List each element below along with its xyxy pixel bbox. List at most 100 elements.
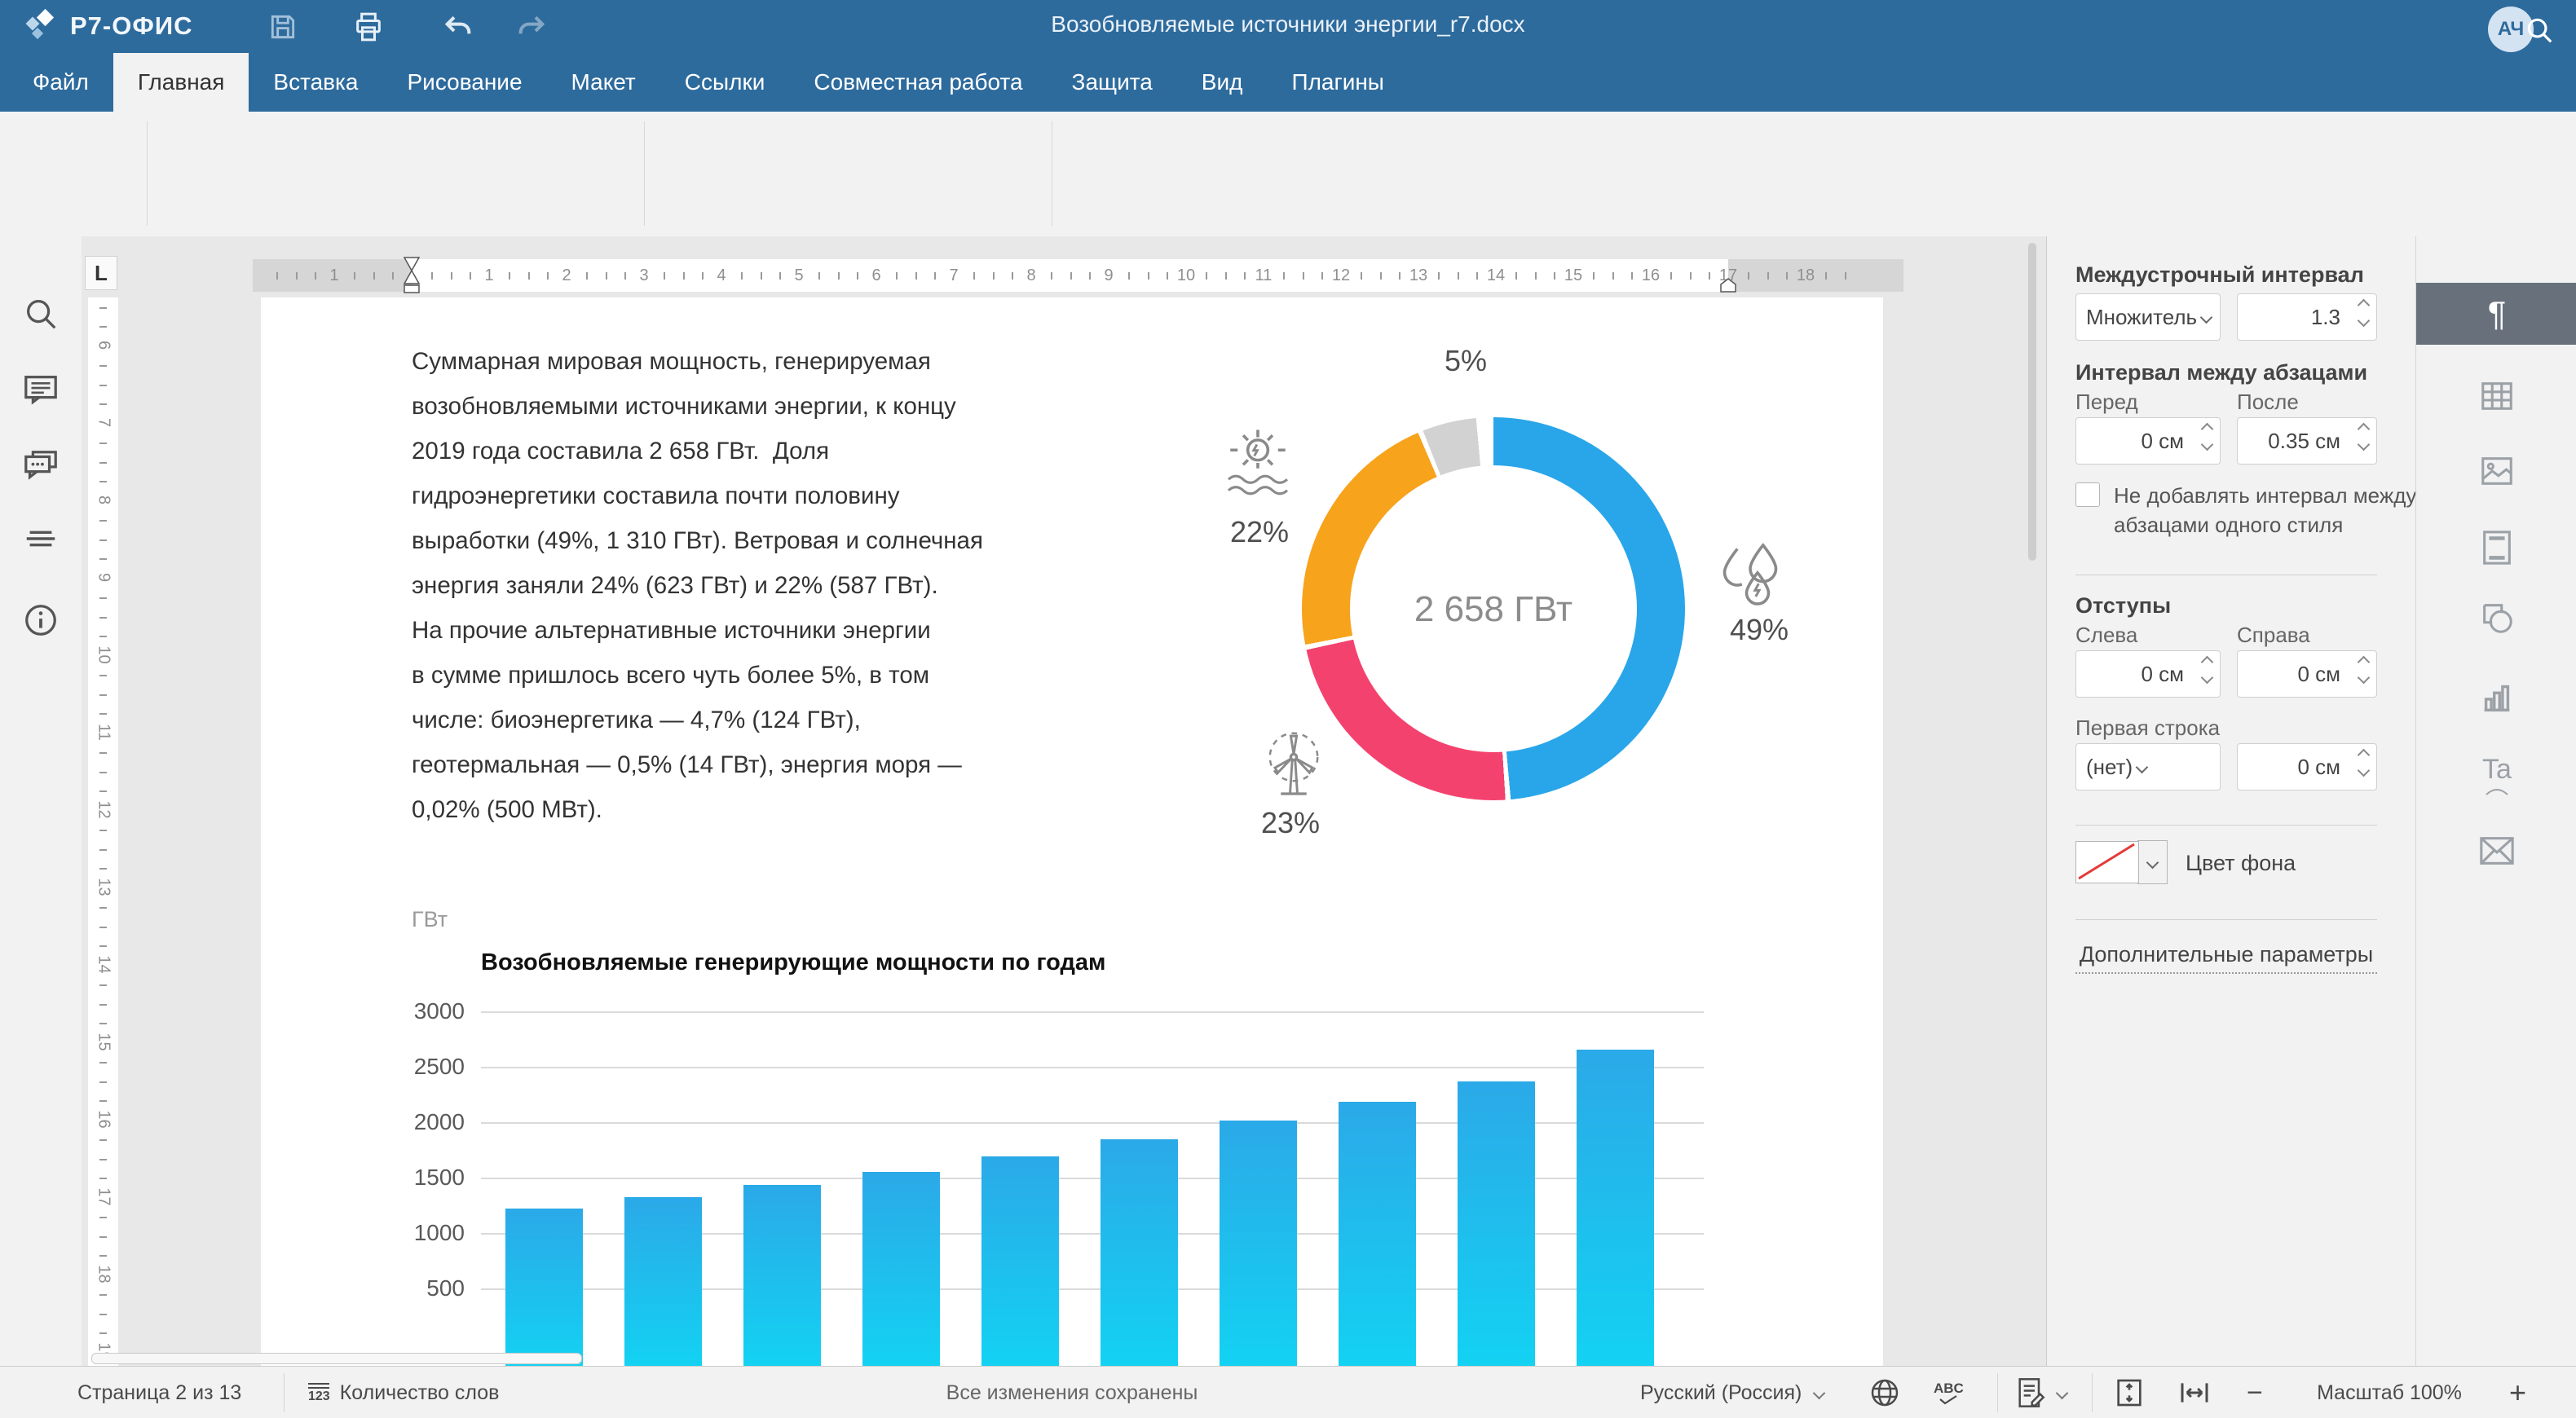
line-spacing-amount-value: 1.3 [2311, 305, 2340, 330]
ruler-tick [973, 272, 975, 280]
table-settings-tab[interactable] [2416, 365, 2576, 427]
chart-settings-tab[interactable] [2416, 667, 2576, 729]
ruler-tick [1167, 272, 1168, 280]
after-label: После [2237, 390, 2299, 415]
bar-year-3[interactable] [743, 1185, 821, 1366]
tab-2[interactable]: Главная [113, 53, 249, 112]
tab-9[interactable]: Вид [1177, 53, 1268, 112]
tab-10[interactable]: Плагины [1267, 53, 1408, 112]
language-select[interactable]: Русский (Россия) [1640, 1367, 1824, 1418]
track-changes-button[interactable] [2015, 1367, 2067, 1418]
tab-selector[interactable]: L [85, 256, 117, 290]
background-color-swatch[interactable] [2075, 841, 2139, 883]
paragraph-text[interactable]: Суммарная мировая мощность, генерируемая… [412, 348, 1211, 841]
bar-year-4[interactable] [862, 1172, 940, 1366]
ruler-tick [741, 272, 743, 280]
spacing-after-spinner[interactable]: 0.35 см [2237, 417, 2377, 465]
spinner-arrows[interactable] [2203, 658, 2212, 682]
horizontal-ruler[interactable]: 1123456789101112131415161718 [253, 259, 1903, 292]
document-page[interactable]: Суммарная мировая мощность, генерируемая… [261, 297, 1883, 1366]
ruler-tick [1438, 272, 1440, 280]
search-icon[interactable] [2524, 15, 2556, 47]
spacing-before-spinner[interactable]: 0 см [2075, 417, 2221, 465]
comments-icon[interactable] [22, 371, 60, 408]
bar-year-6[interactable] [1101, 1139, 1178, 1366]
spinner-arrows[interactable] [2359, 658, 2368, 682]
paragraph-line: На прочие альтернативные источники энерг… [412, 617, 1211, 662]
tab-1[interactable]: Файл [8, 53, 113, 112]
ruler-tick [431, 272, 433, 280]
right-indent-marker[interactable] [1719, 277, 1737, 293]
tab-6[interactable]: Ссылки [660, 53, 790, 112]
indent-marker[interactable] [403, 257, 421, 294]
save-button[interactable] [265, 10, 301, 44]
chat-icon[interactable] [22, 447, 60, 484]
shape-settings-tab[interactable] [2416, 587, 2576, 649]
find-icon[interactable] [22, 295, 60, 332]
ruler-tick [1535, 272, 1537, 280]
title-bar: Р7-ОФИС Возобновляемые источники энергии… [0, 0, 2576, 53]
spinner-arrows[interactable] [2203, 425, 2212, 449]
ruler-number: 10 [95, 643, 113, 667]
bar-year-1[interactable] [505, 1209, 583, 1366]
indent-left-spinner[interactable]: 0 см [2075, 650, 2221, 698]
tab-7[interactable]: Совместная работа [789, 53, 1047, 112]
ruler-tick [509, 272, 510, 280]
indent-right-spinner[interactable]: 0 см [2237, 650, 2377, 698]
tab-8[interactable]: Защита [1048, 53, 1177, 112]
spinner-arrows[interactable] [2359, 751, 2368, 775]
ruler-number: 16 [1634, 266, 1667, 285]
line-spacing-amount-spinner[interactable]: 1.3 [2237, 293, 2377, 341]
donut-label-solar: 22% [1230, 515, 1289, 549]
spacing-before-value: 0 см [2141, 429, 2184, 454]
tab-4[interactable]: Рисование [383, 53, 547, 112]
zoom-out-button[interactable]: − [2247, 1367, 2263, 1418]
mail-merge-settings-tab[interactable] [2416, 820, 2576, 882]
navigation-headings-icon[interactable] [22, 520, 60, 557]
bar-year-9[interactable] [1458, 1081, 1535, 1366]
page-indicator[interactable]: Страница 2 из 13 [77, 1367, 241, 1418]
vertical-ruler[interactable]: 678910111213141516171819 [88, 297, 118, 1366]
same-style-checkbox[interactable] [2075, 482, 2100, 507]
horizontal-scrollbar[interactable] [91, 1353, 582, 1364]
spinner-arrows[interactable] [2359, 301, 2368, 325]
document-language-icon[interactable] [1868, 1367, 1901, 1418]
ruler-tick [934, 272, 936, 280]
background-color-dropdown[interactable] [2137, 840, 2168, 884]
line-spacing-type-value: Множитель [2086, 305, 2197, 330]
spellcheck-button[interactable]: ABC [1934, 1367, 1964, 1418]
first-line-select[interactable]: (нет) [2075, 743, 2221, 790]
fit-width-button[interactable] [2178, 1367, 2211, 1418]
paragraph-settings-tab[interactable]: ¶ [2416, 283, 2576, 345]
print-button[interactable] [351, 10, 386, 44]
bar-year-10[interactable] [1577, 1050, 1654, 1366]
headers-footers-settings-tab[interactable] [2416, 517, 2576, 579]
bar-year-8[interactable] [1339, 1102, 1416, 1366]
checkbox-label-line1: Не добавлять интервал между [2114, 481, 2416, 510]
tab-3[interactable]: Вставка [249, 53, 382, 112]
bar-year-2[interactable] [624, 1197, 702, 1366]
about-info-icon[interactable] [22, 601, 60, 639]
fit-page-button[interactable] [2113, 1367, 2146, 1418]
first-line-amount-spinner[interactable]: 0 см [2237, 743, 2377, 790]
panel-divider [2075, 825, 2377, 826]
bar-year-5[interactable] [981, 1156, 1059, 1366]
bar-chart-plot[interactable]: 30002500200015001000500 [481, 990, 1704, 1366]
y-axis-tick-label: 2500 [404, 1054, 465, 1080]
line-spacing-type-select[interactable]: Множитель [2075, 293, 2221, 341]
advanced-settings-link[interactable]: Дополнительные параметры [2075, 942, 2377, 974]
redo-button[interactable] [514, 10, 549, 44]
ruler-number: 2 [550, 266, 583, 285]
zoom-level[interactable]: Масштаб 100% [2287, 1367, 2491, 1418]
vertical-scrollbar[interactable] [2028, 243, 2036, 561]
undo-button[interactable] [440, 10, 476, 44]
text-art-settings-tab[interactable]: Ta [2416, 738, 2576, 800]
ruler-number: 12 [95, 798, 113, 822]
ruler-number: 16 [95, 1108, 113, 1132]
ruler-number: 13 [1402, 266, 1435, 285]
spinner-arrows[interactable] [2359, 425, 2368, 449]
zoom-in-button[interactable]: + [2509, 1367, 2526, 1418]
tab-5[interactable]: Макет [547, 53, 660, 112]
image-settings-tab[interactable] [2416, 440, 2576, 502]
bar-year-7[interactable] [1220, 1121, 1297, 1366]
